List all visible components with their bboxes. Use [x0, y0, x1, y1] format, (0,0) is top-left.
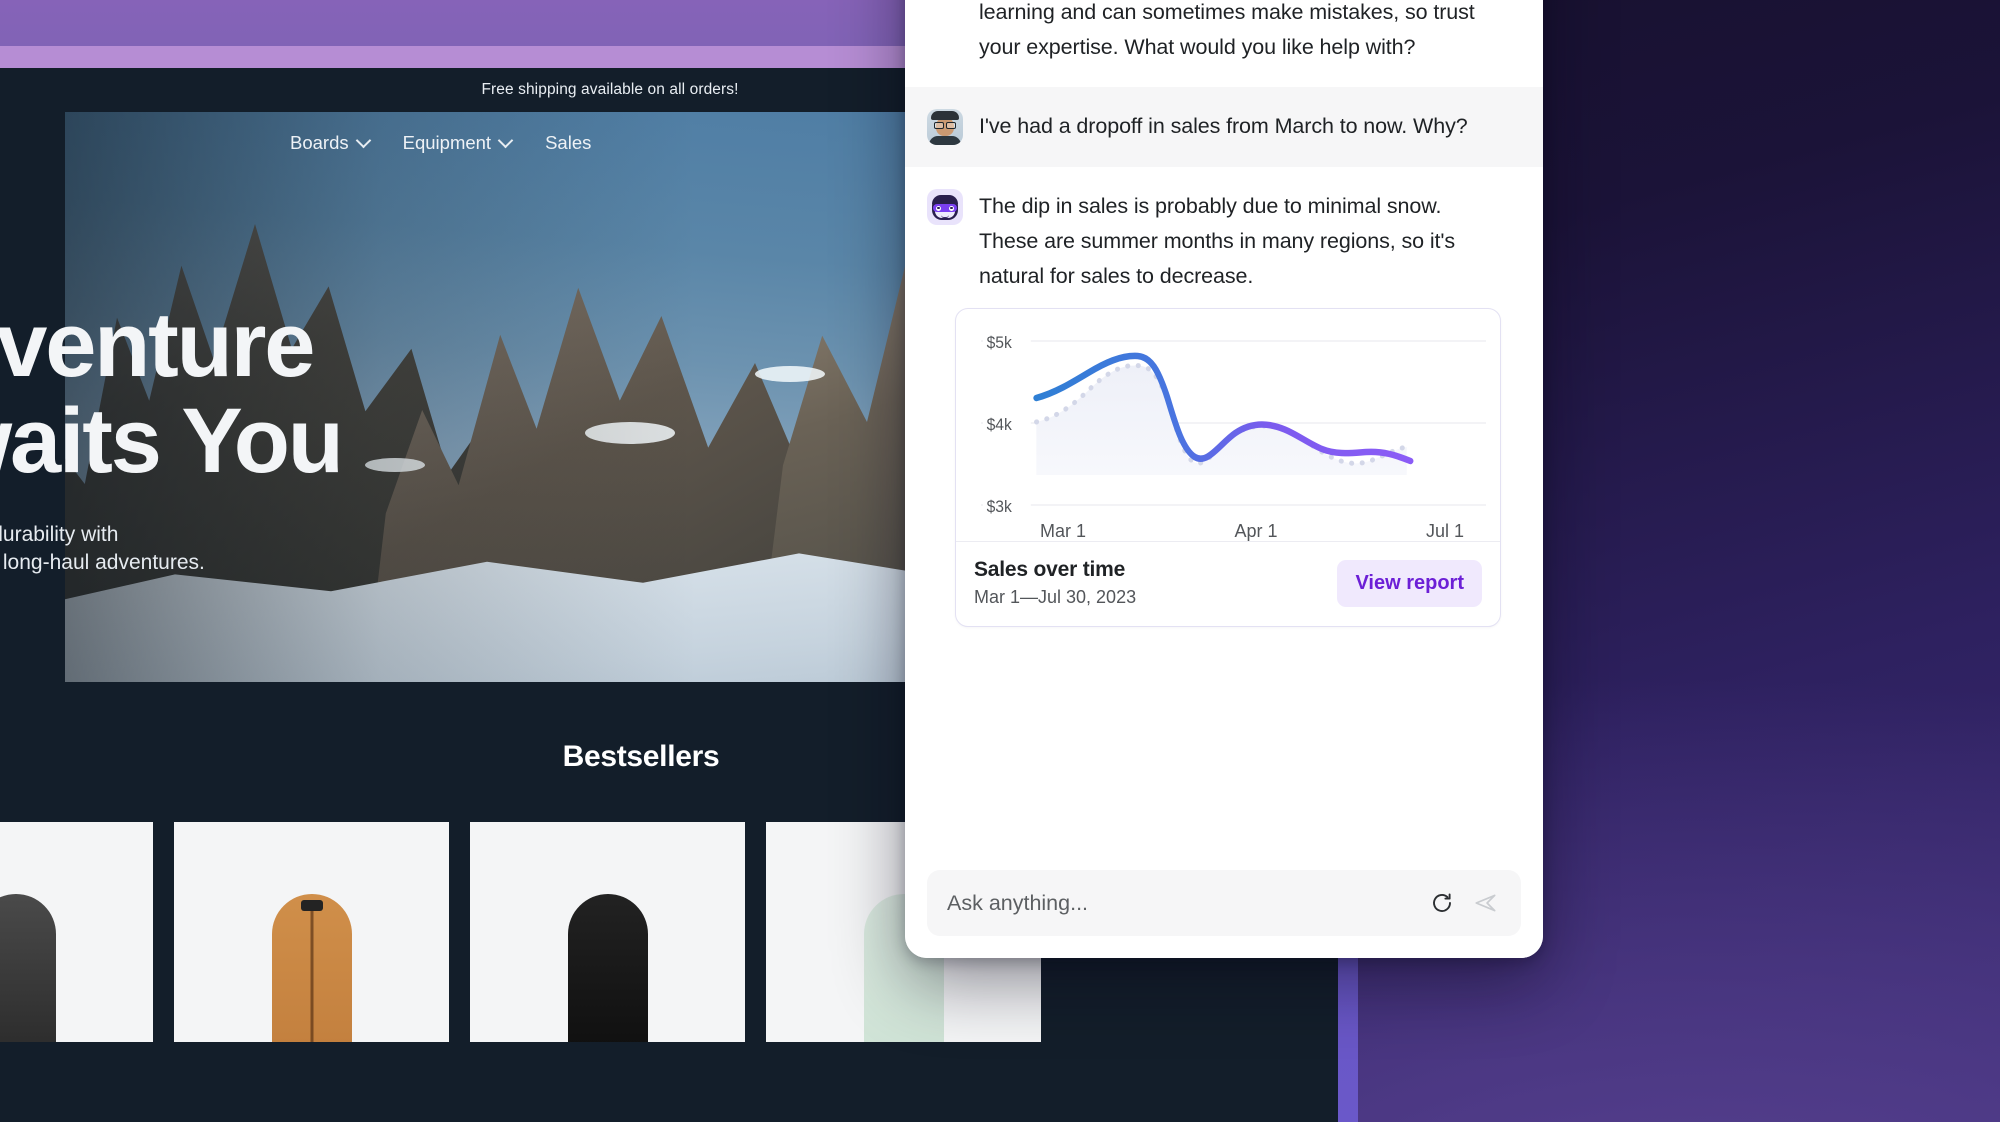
- announcement-text: Free shipping available on all orders!: [481, 81, 739, 98]
- bot-avatar-icon: [927, 189, 963, 225]
- chat-message-assistant: The dip in sales is probably due to mini…: [905, 167, 1543, 294]
- send-icon[interactable]: [1471, 888, 1501, 918]
- sales-line-chart: $5k $4k $3k: [981, 329, 1486, 517]
- chart-card-meta: Sales over time Mar 1—Jul 30, 2023: [974, 558, 1136, 608]
- nav-item-sales[interactable]: Sales: [545, 132, 591, 154]
- xtick-label-jul: Jul 1: [1425, 521, 1464, 541]
- board-thumbnail: [0, 894, 56, 1042]
- chat-message-text: questions and get help with your to-do l…: [979, 0, 1475, 59]
- chat-message-user: I've had a dropoff in sales from March t…: [905, 87, 1543, 167]
- product-card-3[interactable]: [470, 822, 745, 1042]
- chart-area-fill: [1036, 365, 1407, 475]
- nav-item-boards-label: Boards: [290, 132, 349, 153]
- view-report-button[interactable]: View report: [1337, 559, 1482, 607]
- chart-card-footer: Sales over time Mar 1—Jul 30, 2023 View …: [956, 541, 1500, 626]
- chat-message-text: I've had a dropoff in sales from March t…: [979, 114, 1468, 138]
- chevron-down-icon: [355, 132, 371, 148]
- chat-message-assistant-intro: questions and get help with your to-do l…: [905, 0, 1543, 87]
- ytick-label-3k: $3k: [987, 497, 1013, 516]
- hero-subtitle-line2: gear for your long-haul adventures.: [0, 551, 205, 574]
- chat-composer-wrap: [905, 856, 1543, 958]
- chevron-down-icon: [497, 132, 514, 148]
- hero-copy: Adventure Awaits You Unmatched durabilit…: [0, 297, 738, 577]
- chat-message-text: The dip in sales is probably due to mini…: [979, 194, 1456, 288]
- user-avatar-icon: [927, 109, 963, 145]
- board-stringer: [310, 908, 313, 1042]
- hero-subtitle-line1: Unmatched durability with: [0, 523, 119, 546]
- chart-card-subtitle: Mar 1—Jul 30, 2023: [974, 587, 1137, 607]
- chat-input[interactable]: [947, 890, 1413, 916]
- hero-title-line2: Awaits You: [0, 390, 344, 492]
- chat-message-list[interactable]: questions and get help with your to-do l…: [905, 0, 1543, 856]
- sidekick-chat-panel: questions and get help with your to-do l…: [905, 0, 1543, 958]
- chat-composer[interactable]: [927, 870, 1521, 936]
- nav-item-sales-label: Sales: [545, 132, 592, 153]
- hero-subtitle: Unmatched durability with gear for your …: [0, 521, 308, 577]
- ytick-label-4k: $4k: [987, 415, 1013, 434]
- xtick-label-mar: Mar 1: [1040, 521, 1087, 541]
- nav-item-equipment-label: Equipment: [402, 132, 492, 153]
- chart-plot-area: $5k $4k $3k Mar 1 Apr 1 Jul 1: [956, 309, 1500, 541]
- nav-links: Boards Equipment Sales: [290, 132, 591, 154]
- chart-x-axis: Mar 1 Apr 1 Jul 1: [970, 521, 1486, 542]
- hero-title-line1: Adventure: [0, 294, 315, 396]
- screen-root: Free shipping available on all orders! B…: [0, 0, 2000, 1122]
- nav-item-boards[interactable]: Boards: [290, 132, 371, 154]
- chart-card-title: Sales over time: [974, 558, 1126, 581]
- board-binding: [300, 900, 323, 911]
- ytick-label-5k: $5k: [987, 333, 1013, 352]
- product-card-1[interactable]: [0, 822, 153, 1042]
- nav-item-equipment[interactable]: Equipment: [402, 132, 514, 154]
- product-card-2[interactable]: [174, 822, 449, 1042]
- xtick-label-apr: Apr 1: [1234, 521, 1278, 541]
- refresh-icon[interactable]: [1427, 888, 1457, 918]
- board-thumbnail: [567, 894, 648, 1042]
- sales-chart-card[interactable]: $5k $4k $3k Mar 1 Apr 1 Jul 1 Sales over…: [955, 308, 1501, 627]
